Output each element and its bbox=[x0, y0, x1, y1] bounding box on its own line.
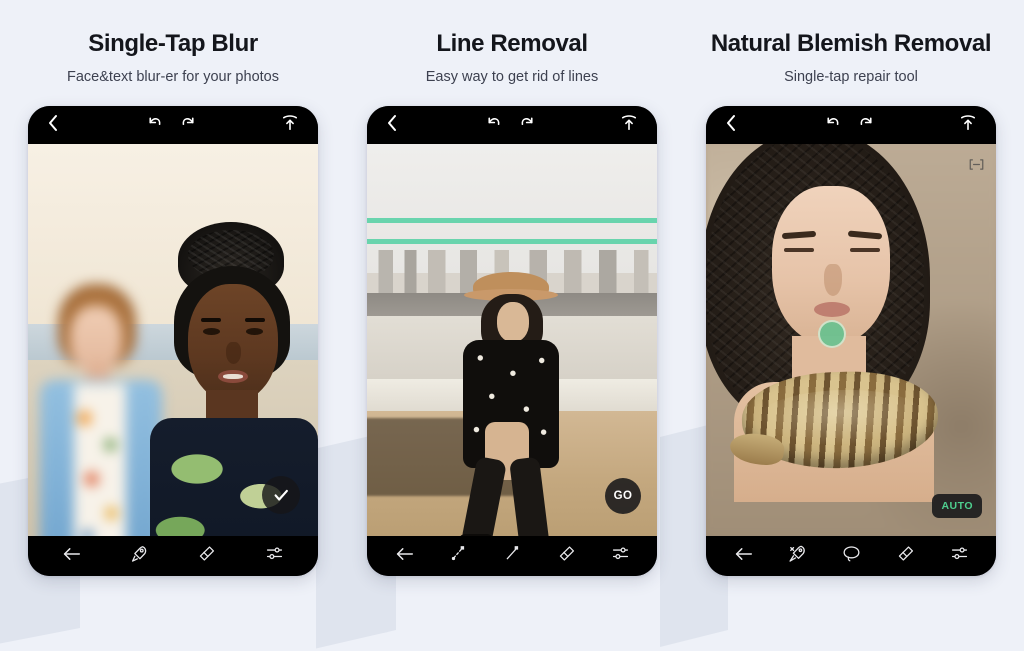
photo-beach-portrait bbox=[28, 144, 318, 536]
compare-split-icon[interactable] bbox=[969, 158, 984, 176]
adjust-sliders-icon[interactable] bbox=[950, 544, 969, 568]
back-arrow-icon[interactable] bbox=[734, 546, 753, 567]
editor-bottom-bar bbox=[28, 536, 318, 576]
adjust-sliders-icon[interactable] bbox=[265, 544, 284, 568]
phone-mockup-blur bbox=[28, 106, 318, 576]
adjust-sliders-icon[interactable] bbox=[611, 544, 630, 568]
go-button[interactable]: GO bbox=[605, 478, 641, 514]
person-eyebrow-left bbox=[201, 318, 221, 322]
undo-icon[interactable] bbox=[824, 114, 841, 136]
blurred-person-shirt bbox=[74, 384, 126, 536]
feature-panel-blemish-removal: Natural Blemish Removal Single-tap repai… bbox=[686, 0, 1016, 607]
redo-icon[interactable] bbox=[519, 114, 536, 136]
auto-button[interactable]: AUTO bbox=[932, 494, 982, 518]
person-eye-left bbox=[784, 248, 814, 252]
person-face bbox=[188, 284, 278, 402]
person-eye-left bbox=[203, 328, 220, 335]
person-top-pattern bbox=[150, 418, 318, 536]
person-eyebrow-left bbox=[781, 230, 817, 240]
redo-icon[interactable] bbox=[180, 114, 197, 136]
person-leg-left bbox=[460, 455, 508, 536]
panel-subtitle: Face&text blur-er for your photos bbox=[67, 69, 279, 85]
dotted-line-tool-icon[interactable] bbox=[449, 544, 468, 568]
feature-panel-blur: Single-Tap Blur Face&text blur-er for yo… bbox=[8, 0, 338, 607]
export-icon[interactable] bbox=[621, 114, 637, 137]
eraser-icon[interactable] bbox=[557, 544, 576, 568]
person-leg-right bbox=[509, 456, 551, 536]
person-eyebrow-right bbox=[245, 318, 265, 322]
feature-showcase: Single-Tap Blur Face&text blur-er for yo… bbox=[0, 0, 1024, 607]
blur-brush-icon[interactable] bbox=[130, 544, 149, 568]
person-face bbox=[497, 302, 529, 342]
person-lips bbox=[814, 302, 850, 317]
back-chevron-icon[interactable] bbox=[725, 113, 738, 138]
editor-top-bar bbox=[367, 106, 657, 144]
editor-top-bar bbox=[28, 106, 318, 144]
back-arrow-icon[interactable] bbox=[62, 546, 81, 567]
panel-subtitle: Single-tap repair tool bbox=[784, 69, 918, 85]
panel-title: Single-Tap Blur bbox=[88, 30, 258, 57]
editor-canvas-blur[interactable] bbox=[28, 144, 318, 536]
person-eye-right bbox=[246, 328, 263, 335]
back-chevron-icon[interactable] bbox=[386, 113, 399, 138]
person-nose bbox=[226, 342, 241, 364]
feature-panel-line-removal: Line Removal Easy way to get rid of line… bbox=[347, 0, 677, 607]
person-eyebrow-right bbox=[847, 230, 883, 240]
person-nose bbox=[824, 264, 842, 296]
photo-city-rooftop: GO bbox=[367, 144, 657, 536]
editor-canvas-blemish-removal[interactable]: AUTO bbox=[706, 144, 996, 536]
lasso-tool-icon[interactable] bbox=[842, 544, 861, 568]
confirm-button[interactable] bbox=[262, 476, 300, 514]
photo-portrait-snake: AUTO bbox=[706, 144, 996, 536]
export-icon[interactable] bbox=[282, 114, 298, 137]
editor-bottom-bar bbox=[706, 536, 996, 576]
line-highlight-2 bbox=[367, 239, 657, 244]
blemish-marker[interactable] bbox=[818, 320, 846, 348]
phone-mockup-line-removal: GO bbox=[367, 106, 657, 576]
editor-bottom-bar bbox=[367, 536, 657, 576]
panel-subtitle: Easy way to get rid of lines bbox=[425, 69, 599, 85]
panel-title: Line Removal bbox=[436, 30, 588, 57]
back-arrow-icon[interactable] bbox=[395, 546, 414, 567]
person-eye-right bbox=[850, 248, 880, 252]
redo-icon[interactable] bbox=[858, 114, 875, 136]
undo-icon[interactable] bbox=[485, 114, 502, 136]
eraser-icon[interactable] bbox=[197, 544, 216, 568]
editor-top-bar bbox=[706, 106, 996, 144]
export-icon[interactable] bbox=[960, 114, 976, 137]
undo-icon[interactable] bbox=[146, 114, 163, 136]
eraser-icon[interactable] bbox=[896, 544, 915, 568]
person-lips bbox=[218, 370, 248, 383]
phone-mockup-blemish-removal: AUTO bbox=[706, 106, 996, 576]
seated-person bbox=[455, 272, 567, 536]
heal-tool-icon[interactable] bbox=[788, 544, 807, 568]
back-chevron-icon[interactable] bbox=[47, 113, 60, 138]
panel-title: Natural Blemish Removal bbox=[710, 30, 992, 57]
line-highlight-1 bbox=[367, 218, 657, 223]
editor-canvas-line-removal[interactable]: GO bbox=[367, 144, 657, 536]
solid-line-tool-icon[interactable] bbox=[503, 544, 522, 568]
